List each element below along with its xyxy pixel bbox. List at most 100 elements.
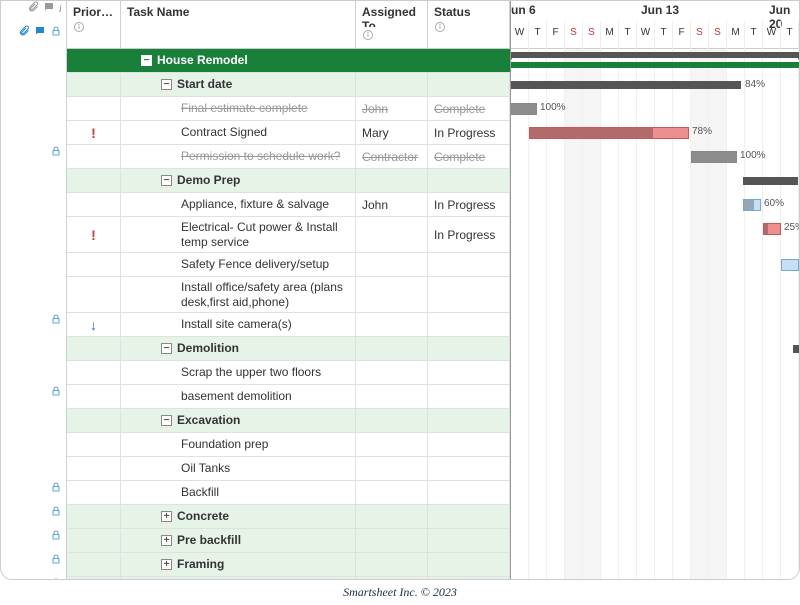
expand-icon[interactable]: +: [161, 559, 172, 570]
expand-icon[interactable]: +: [161, 511, 172, 522]
priority-cell[interactable]: [67, 409, 121, 432]
lock-icon[interactable]: [50, 553, 62, 568]
task-name-cell[interactable]: Install office/safety area (plans desk,f…: [121, 277, 356, 312]
priority-cell[interactable]: [67, 529, 121, 552]
priority-cell[interactable]: [67, 73, 121, 96]
assigned-cell[interactable]: [356, 313, 428, 336]
task-row[interactable]: −Demo Prep: [67, 169, 510, 193]
task-row[interactable]: Backfill: [67, 481, 510, 505]
priority-cell[interactable]: !: [67, 217, 121, 252]
assigned-cell[interactable]: [356, 253, 428, 276]
status-cell[interactable]: [428, 505, 510, 528]
assigned-cell[interactable]: [356, 361, 428, 384]
gantt-row[interactable]: [511, 553, 799, 577]
gantt-row[interactable]: [511, 361, 799, 385]
priority-cell[interactable]: [67, 253, 121, 276]
task-name-cell[interactable]: Electrical- Cut power & Install temp ser…: [121, 217, 356, 252]
gutter-row[interactable]: [1, 20, 66, 44]
gantt-row[interactable]: [511, 277, 799, 313]
priority-cell[interactable]: [67, 385, 121, 408]
task-row[interactable]: Oil Tanks: [67, 457, 510, 481]
gutter-row[interactable]: [1, 44, 66, 68]
priority-cell[interactable]: [67, 97, 121, 120]
gantt-pane[interactable]: un 6Jun 13Jun 20 WTFSSMTWTFSSMTWT 84%100…: [511, 1, 799, 579]
status-cell[interactable]: [428, 457, 510, 480]
status-cell[interactable]: [428, 529, 510, 552]
assigned-cell[interactable]: [356, 73, 428, 96]
priority-cell[interactable]: [67, 361, 121, 384]
gantt-bar[interactable]: 60%: [743, 199, 761, 211]
column-header-assigned-to[interactable]: Assigned To: [356, 1, 428, 48]
status-cell[interactable]: [428, 481, 510, 504]
gantt-row[interactable]: [511, 409, 799, 433]
task-name-cell[interactable]: Final estimate complete: [121, 97, 356, 120]
collapse-icon[interactable]: −: [161, 343, 172, 354]
gantt-body[interactable]: 84%100%78%100%1760%25%: [511, 49, 799, 579]
status-cell[interactable]: [428, 577, 510, 579]
status-cell[interactable]: In Progress: [428, 121, 510, 144]
task-row[interactable]: −House Remodel: [67, 49, 510, 73]
task-name-cell[interactable]: −House Remodel: [121, 49, 356, 72]
collapse-icon[interactable]: −: [141, 55, 152, 66]
assigned-cell[interactable]: Contractor: [356, 145, 428, 168]
task-name-cell[interactable]: −Demo Prep: [121, 169, 356, 192]
collapse-icon[interactable]: −: [161, 175, 172, 186]
gantt-row[interactable]: [511, 505, 799, 529]
lock-icon[interactable]: [50, 481, 62, 496]
task-name-cell[interactable]: −Excavation: [121, 409, 356, 432]
lock-icon[interactable]: [50, 25, 62, 40]
priority-cell[interactable]: [67, 337, 121, 360]
task-name-cell[interactable]: Foundation prep: [121, 433, 356, 456]
task-name-cell[interactable]: +Pre backfill: [121, 529, 356, 552]
comment-icon[interactable]: [34, 25, 46, 40]
gantt-bar-progress[interactable]: [511, 62, 799, 68]
status-cell[interactable]: [428, 409, 510, 432]
gantt-row[interactable]: 17: [511, 169, 799, 193]
gantt-row[interactable]: 25%: [511, 217, 799, 253]
gutter-row[interactable]: [1, 68, 66, 92]
gantt-row[interactable]: [511, 337, 799, 361]
task-row[interactable]: basement demolition: [67, 385, 510, 409]
assigned-cell[interactable]: [356, 529, 428, 552]
task-row[interactable]: Appliance, fixture & salvageJohnIn Progr…: [67, 193, 510, 217]
gutter-row[interactable]: [1, 404, 66, 428]
task-name-cell[interactable]: +Framing: [121, 553, 356, 576]
priority-cell[interactable]: [67, 145, 121, 168]
column-header-priority[interactable]: Prior…: [67, 1, 121, 48]
status-cell[interactable]: [428, 553, 510, 576]
task-row[interactable]: +Pre backfill: [67, 529, 510, 553]
task-name-cell[interactable]: Scrap the upper two floors: [121, 361, 356, 384]
status-cell[interactable]: [428, 49, 510, 72]
attach-icon[interactable]: [18, 25, 30, 40]
lock-icon[interactable]: [50, 505, 62, 520]
task-name-cell[interactable]: Permission to schedule work?: [121, 145, 356, 168]
gutter-row[interactable]: [1, 116, 66, 140]
gutter-row[interactable]: [1, 428, 66, 452]
assigned-cell[interactable]: [356, 457, 428, 480]
gutter-row[interactable]: [1, 452, 66, 476]
task-row[interactable]: !Contract SignedMaryIn Progress: [67, 121, 510, 145]
gantt-bar[interactable]: [793, 345, 799, 353]
priority-cell[interactable]: [67, 553, 121, 576]
task-name-cell[interactable]: +Roof: [121, 577, 356, 579]
status-cell[interactable]: [428, 253, 510, 276]
gantt-bar[interactable]: 78%: [529, 127, 689, 139]
assigned-cell[interactable]: [356, 433, 428, 456]
task-row[interactable]: Safety Fence delivery/setup: [67, 253, 510, 277]
gantt-row[interactable]: 78%: [511, 121, 799, 145]
task-name-cell[interactable]: −Demolition: [121, 337, 356, 360]
assigned-cell[interactable]: [356, 169, 428, 192]
task-name-cell[interactable]: Contract Signed: [121, 121, 356, 144]
gantt-row[interactable]: [511, 481, 799, 505]
assigned-cell[interactable]: [356, 49, 428, 72]
gutter-row[interactable]: [1, 572, 66, 580]
gutter-row[interactable]: [1, 140, 66, 164]
priority-cell[interactable]: [67, 481, 121, 504]
task-row[interactable]: −Start date: [67, 73, 510, 97]
status-cell[interactable]: Complete: [428, 97, 510, 120]
task-row[interactable]: !Electrical- Cut power & Install temp se…: [67, 217, 510, 253]
task-row[interactable]: +Concrete: [67, 505, 510, 529]
status-cell[interactable]: [428, 337, 510, 360]
gantt-bar[interactable]: 17: [743, 177, 798, 185]
status-cell[interactable]: [428, 73, 510, 96]
